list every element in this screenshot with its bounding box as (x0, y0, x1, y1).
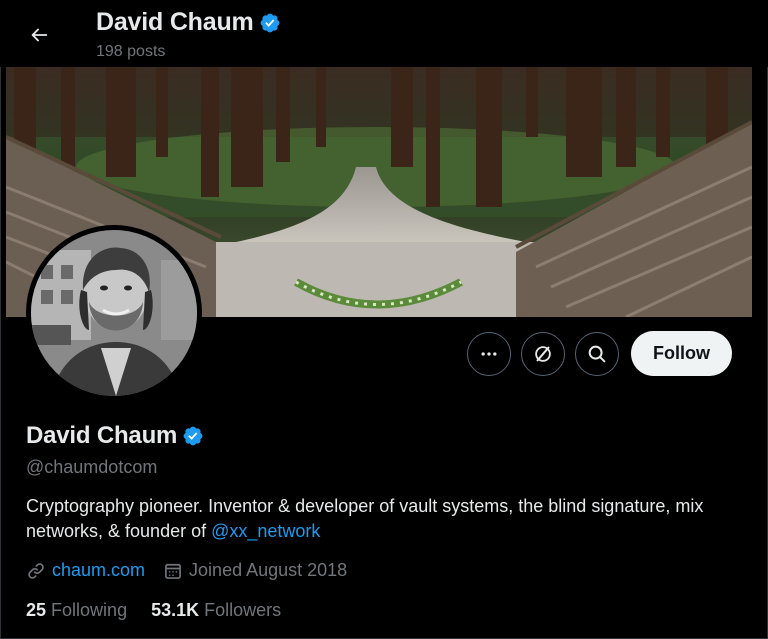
post-count: 198 posts (96, 43, 166, 60)
back-arrow-icon (28, 24, 50, 46)
user-handle: @chaumdotcom (26, 457, 158, 477)
following-count: 25 (26, 600, 47, 620)
calendar-icon (163, 561, 183, 581)
profile-meta: chaum.com Joined August 2018 (26, 560, 365, 581)
verified-badge-icon[interactable] (182, 425, 204, 447)
back-button[interactable] (20, 16, 58, 54)
search-button[interactable] (575, 332, 619, 376)
followers-link[interactable]: 53.1K Followers (151, 600, 281, 621)
profile-name-row: David Chaum (26, 422, 204, 450)
header-name: David Chaum (96, 8, 254, 36)
website-link[interactable]: chaum.com (52, 560, 145, 581)
joined-item: Joined August 2018 (163, 560, 347, 581)
following-label: Following (51, 600, 128, 620)
x-money-icon (532, 343, 554, 365)
follow-button[interactable]: Follow (631, 331, 732, 376)
profile-bio: Cryptography pioneer. Inventor & develop… (26, 494, 741, 544)
followers-count: 53.1K (151, 600, 200, 620)
profile-header: David Chaum 198 posts (0, 0, 768, 67)
followers-label: Followers (204, 600, 282, 620)
bio-mention-link[interactable]: @xx_network (211, 521, 320, 541)
display-name: David Chaum (26, 422, 178, 449)
more-button[interactable] (467, 332, 511, 376)
header-title-row: David Chaum (96, 8, 281, 37)
search-icon (586, 343, 608, 365)
verified-badge-icon[interactable] (259, 12, 281, 34)
profile-stats: 25 Following 53.1K Followers (26, 600, 305, 621)
more-horizontal-icon (479, 344, 499, 364)
x-money-button[interactable] (521, 332, 565, 376)
bio-text: Cryptography pioneer. Inventor & develop… (26, 496, 704, 541)
website-item: chaum.com (26, 560, 145, 581)
avatar-image (31, 230, 197, 396)
following-link[interactable]: 25 Following (26, 600, 127, 621)
link-icon (26, 561, 46, 581)
joined-date: Joined August 2018 (189, 560, 348, 580)
avatar[interactable] (26, 225, 202, 401)
